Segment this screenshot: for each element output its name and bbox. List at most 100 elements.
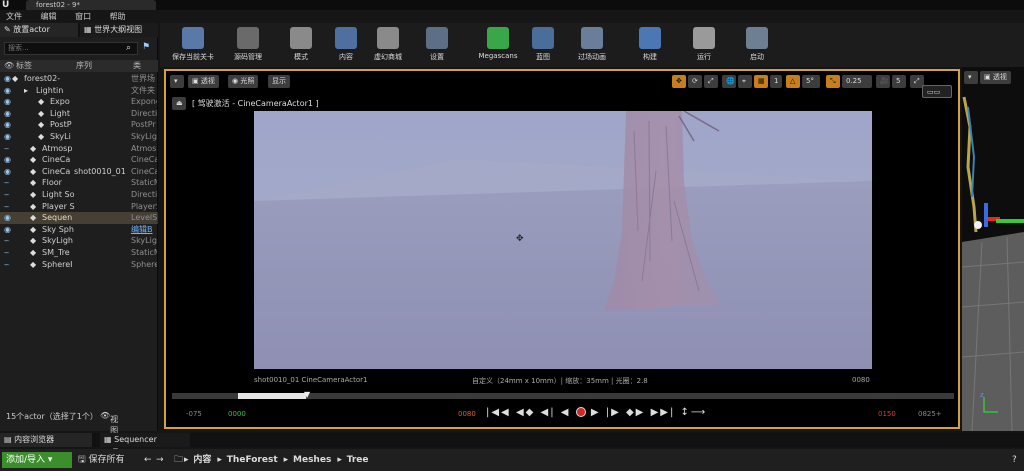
search-icon[interactable]: ⌕ (126, 43, 138, 55)
visibility-eye-icon[interactable]: ◉ (4, 212, 14, 224)
angle-snap-value[interactable]: 5° (802, 75, 820, 88)
menu-file[interactable]: 文件 (6, 10, 22, 23)
outliner-row[interactable]: ◉ ◆ SkyLi SkyLig (0, 131, 158, 143)
grid-size[interactable]: 1 (770, 75, 782, 88)
col-sequence[interactable]: 序列 (76, 60, 92, 72)
visibility-eye-icon[interactable]: ‒ (4, 143, 14, 155)
timeline-current[interactable]: 0080 (458, 410, 476, 418)
outliner-row[interactable]: ◉ ◆ Expo Expone (0, 96, 158, 108)
secondary-perspective-button[interactable]: ▣ 透视 (980, 71, 1011, 84)
toolbar-button[interactable]: 蓝图 (524, 25, 562, 65)
tab-content-browser[interactable]: ▤ 内容浏览器 (0, 433, 92, 447)
menu-edit[interactable]: 编辑 (41, 10, 57, 23)
perspective-button[interactable]: ▣ 透视 (188, 75, 219, 88)
outliner-row[interactable]: ◉ ◆ CineCa CineCa (0, 154, 158, 166)
rotate-tool-icon[interactable]: ⟳ (688, 75, 702, 88)
toolbar-button[interactable]: 内容 (328, 25, 364, 65)
jump-start-icon[interactable]: |◀◀ (486, 407, 511, 418)
toolbar-button[interactable]: 保存当前关卡 (164, 25, 222, 65)
tab-sequencer[interactable]: ▦ Sequencer (100, 433, 190, 447)
record-button[interactable] (575, 407, 586, 417)
save-all-button[interactable]: 🖫 保存所有 (78, 452, 125, 468)
visibility-eye-icon[interactable]: ‒ (4, 201, 14, 213)
outliner-row[interactable]: ◉ ◆ CineCa shot0010_01 CineCa (0, 166, 158, 178)
breadcrumb-item[interactable]: Meshes (293, 455, 331, 465)
world-space-icon[interactable]: 🌐 (722, 75, 736, 88)
outliner-row[interactable]: ◉ ◆ Light Directi (0, 108, 158, 120)
visibility-eye-icon[interactable]: ‒ (4, 259, 14, 271)
prev-key-icon[interactable]: ◀◆ (516, 407, 535, 418)
step-back-icon[interactable]: ◀| (541, 407, 556, 418)
move-tool-icon[interactable]: ✥ (672, 75, 686, 88)
menu-window[interactable]: 窗口 (75, 10, 91, 23)
pilot-lock-icon[interactable]: ⏏ (172, 97, 186, 110)
menu-help[interactable]: 帮助 (110, 10, 126, 23)
visibility-eye-icon[interactable]: ‒ (4, 247, 14, 259)
toolbar-button[interactable]: 源码管理 (220, 25, 276, 65)
outliner-row[interactable]: ◉ ◆ forest02- 世界场 (0, 73, 158, 85)
outliner-search-input[interactable]: 搜索... (4, 42, 138, 55)
level-tab[interactable]: forest02 - 9* (26, 0, 156, 10)
camera-view-scene[interactable] (254, 111, 872, 369)
outliner-row[interactable]: ‒ ◆ Atmosp Atmosp (0, 143, 158, 155)
sequencer-scrub-bar[interactable]: ▼ (172, 390, 954, 399)
play-icon[interactable]: ▶ (591, 407, 601, 418)
filter-options-icon[interactable]: ⚑ (142, 42, 154, 54)
camera-speed-value[interactable]: 5 (892, 75, 906, 88)
history-forward-icon[interactable]: → (156, 452, 164, 468)
visibility-eye-icon[interactable]: ◉ (4, 166, 14, 178)
play-reverse-icon[interactable]: ◀ (561, 407, 571, 418)
outliner-row[interactable]: ◉ ◆ PostP PostPr (0, 119, 158, 131)
visibility-eye-icon[interactable]: ◉ (4, 131, 14, 143)
add-import-button[interactable]: 添加/导入 ▾ (2, 452, 72, 468)
scale-snap-icon[interactable]: ⤡ (826, 75, 840, 88)
next-key-icon[interactable]: ◆▶ (626, 407, 645, 418)
layout-icon[interactable]: ▭▭ (922, 85, 952, 98)
visibility-eye-icon[interactable]: ‒ (4, 177, 14, 189)
jump-end-icon[interactable]: ▶▶| (651, 407, 676, 418)
breadcrumb-item[interactable]: 内容 (193, 455, 211, 465)
outliner-row[interactable]: ◉ ▸ Lightin 文件夹 (0, 85, 158, 97)
outliner-row[interactable]: ◉ ◆ Sequen LevelSe (0, 212, 158, 224)
loop-icon[interactable]: ↕⟶ (681, 407, 708, 418)
scale-snap-value[interactable]: 0.25 (842, 75, 872, 88)
help-icon[interactable]: ? (1012, 452, 1017, 468)
toolbar-button[interactable]: 虚幻商城 (366, 25, 410, 65)
toolbar-button[interactable]: Megascans (472, 25, 524, 65)
viewport-options-icon[interactable]: ▾ (170, 75, 184, 88)
playhead-icon[interactable]: ▼ (304, 390, 310, 399)
visibility-eye-icon[interactable]: ◉ (4, 96, 14, 108)
history-back-icon[interactable]: ← (144, 452, 152, 468)
toolbar-button[interactable]: 设置 (414, 25, 460, 65)
secondary-viewport[interactable]: z ▾ ▣ 透视 (962, 67, 1024, 431)
toolbar-button[interactable]: 过场动画 (564, 25, 620, 65)
camera-speed-icon[interactable]: 🎥 (876, 75, 890, 88)
angle-snap-icon[interactable]: △ (786, 75, 800, 88)
level-viewport[interactable]: ▾ ▣ 透视 ◉ 光照 显示 ✥ ⟳ ⤢ 🌐 ⌖ ▦ 1 △ 5° ⤡ 0.25… (164, 69, 960, 429)
breadcrumb-item[interactable]: TheForest (227, 455, 278, 465)
visibility-eye-icon[interactable]: ◉ (4, 154, 14, 166)
folder-icon[interactable]: 🗀 (174, 452, 183, 468)
toolbar-button[interactable]: 模式 (276, 25, 326, 65)
timeline-end[interactable]: 0150 (878, 410, 896, 418)
toolbar-button[interactable]: 构建 (624, 25, 676, 65)
toolbar-button[interactable]: 启动 (732, 25, 782, 65)
visibility-eye-icon[interactable]: ◉ (4, 224, 14, 236)
visibility-eye-icon[interactable]: ‒ (4, 189, 14, 201)
step-forward-icon[interactable]: |▶ (606, 407, 621, 418)
show-button[interactable]: 显示 (268, 75, 290, 88)
outliner-row[interactable]: ‒ ◆ Light So Directi (0, 189, 158, 201)
view-options-button[interactable]: 👁 视图选项 (100, 411, 118, 457)
tab-place-actors[interactable]: ✎ 放置actor (0, 23, 78, 37)
toolbar-button[interactable]: 运行 (678, 25, 730, 65)
visibility-eye-icon[interactable]: ‒ (4, 235, 14, 247)
col-label[interactable]: 标签 (16, 60, 32, 72)
outliner-row[interactable]: ‒ ◆ Player S PlayerS (0, 201, 158, 213)
outliner-row[interactable]: ‒ ◆ SphereI Sphere (0, 259, 158, 271)
tab-world-outliner[interactable]: ▦ 世界大纲视图 (80, 23, 158, 37)
visibility-eye-icon[interactable]: ◉ (4, 85, 14, 97)
lit-button[interactable]: ◉ 光照 (228, 75, 259, 88)
outliner-row[interactable]: ‒ ◆ SkyLigh SkyLig (0, 235, 158, 247)
outliner-row[interactable]: ‒ ◆ SM_Tre StaticM (0, 247, 158, 259)
visibility-eye-icon[interactable]: ◉ (4, 108, 14, 120)
